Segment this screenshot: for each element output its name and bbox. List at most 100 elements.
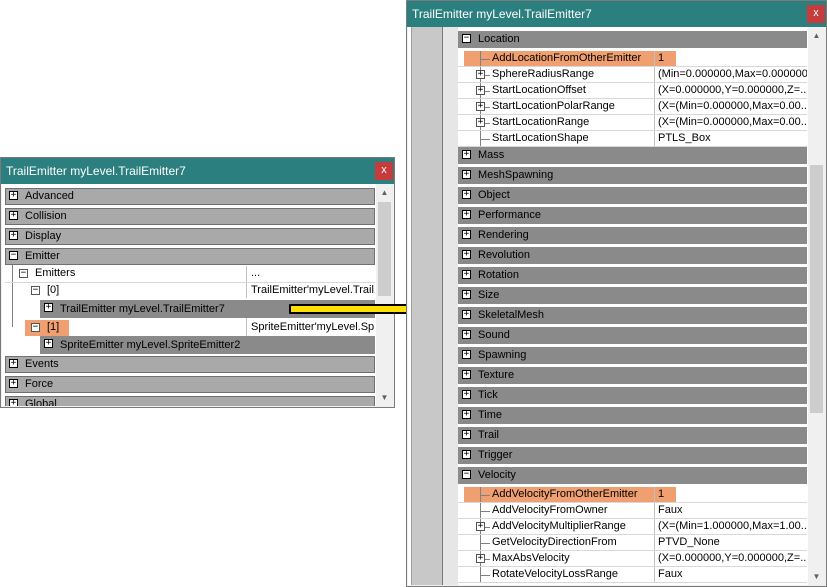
expand-icon[interactable]: + <box>44 303 53 312</box>
right-close-button[interactable]: x <box>807 5 825 23</box>
collapse-icon[interactable]: − <box>9 251 18 260</box>
property-row[interactable]: + MaxAbsVelocity (X=0.000000,Y=0.000000,Z=… <box>458 551 807 567</box>
property-row[interactable]: + StartLocationRange (X=(Min=0.000000,Max=… <box>458 115 807 131</box>
column-divider <box>654 519 655 535</box>
property-row[interactable]: StartLocationShape PTLS_Box <box>458 131 807 147</box>
category-events[interactable]: + Events <box>5 356 375 373</box>
expand-icon[interactable]: + <box>462 210 471 219</box>
category-trail[interactable]: + Trail <box>458 427 807 444</box>
expand-icon[interactable]: + <box>462 270 471 279</box>
property-name: AddLocationFromOtherEmitter <box>492 52 642 64</box>
scroll-down-icon[interactable]: ▼ <box>808 568 825 585</box>
category-location[interactable]: − Location <box>458 31 807 48</box>
expand-icon[interactable]: + <box>9 211 18 220</box>
property-row[interactable]: AddVelocityFromOwner Faux <box>458 503 807 519</box>
category-mass[interactable]: + Mass <box>458 147 807 164</box>
expand-icon[interactable]: + <box>462 230 471 239</box>
expand-icon[interactable]: + <box>476 102 485 111</box>
property-row[interactable]: AddLocationFromOtherEmitter 1 <box>458 51 807 67</box>
property-name: AddVelocityFromOwner <box>492 504 608 516</box>
property-value: ... <box>251 267 261 279</box>
property-row[interactable]: + StartLocationPolarRange (X=(Min=0.000000… <box>458 99 807 115</box>
right-vertical-scrollbar[interactable]: ▲ ▼ <box>808 27 825 585</box>
property-row[interactable]: RotateVelocityLossRange Faux <box>458 567 807 583</box>
category-rendering[interactable]: + Rendering <box>458 227 807 244</box>
category-revolution[interactable]: + Revolution <box>458 247 807 264</box>
column-divider <box>654 83 655 99</box>
expand-icon[interactable]: + <box>476 554 485 563</box>
expand-icon[interactable]: + <box>476 118 485 127</box>
category-sound[interactable]: + Sound <box>458 327 807 344</box>
property-value: (X=(Min=1.000000,Max=1.00... <box>658 520 807 532</box>
property-value: (X=0.000000,Y=0.000000,Z=... <box>658 552 807 564</box>
property-name: StartLocationShape <box>492 132 589 144</box>
category-rotation[interactable]: + Rotation <box>458 267 807 284</box>
expand-icon[interactable]: + <box>462 250 471 259</box>
category-display[interactable]: + Display <box>5 228 375 245</box>
scroll-up-icon[interactable]: ▲ <box>376 184 393 201</box>
category-collision[interactable]: + Collision <box>5 208 375 225</box>
category-advanced[interactable]: + Advanced <box>5 188 375 205</box>
category-velocity[interactable]: − Velocity <box>458 467 807 484</box>
expand-icon[interactable]: + <box>462 370 471 379</box>
property-name: StartLocationOffset <box>492 84 586 96</box>
property-row[interactable]: GetVelocityDirectionFrom PTVD_None <box>458 535 807 551</box>
category-performance[interactable]: + Performance <box>458 207 807 224</box>
collapse-icon[interactable]: − <box>462 470 471 479</box>
scroll-down-icon[interactable]: ▼ <box>376 389 393 406</box>
object-row-spriteemitter2[interactable]: + SpriteEmitter myLevel.SpriteEmitter2 <box>40 336 375 354</box>
category-global[interactable]: + Global <box>5 396 375 406</box>
expand-icon[interactable]: + <box>462 430 471 439</box>
category-time[interactable]: + Time <box>458 407 807 424</box>
collapse-icon[interactable]: − <box>31 323 40 332</box>
expand-icon[interactable]: + <box>476 86 485 95</box>
category-object[interactable]: + Object <box>458 187 807 204</box>
scroll-thumb[interactable] <box>378 202 391 296</box>
expand-icon[interactable]: + <box>462 330 471 339</box>
expand-icon[interactable]: + <box>462 410 471 419</box>
category-skeletalmesh[interactable]: + SkeletalMesh <box>458 307 807 324</box>
expand-icon[interactable]: + <box>9 191 18 200</box>
category-meshspawning[interactable]: + MeshSpawning <box>458 167 807 184</box>
left-close-button[interactable]: x <box>375 162 393 180</box>
category-texture[interactable]: + Texture <box>458 367 807 384</box>
expand-icon[interactable]: + <box>462 350 471 359</box>
category-spawning[interactable]: + Spawning <box>458 347 807 364</box>
expand-icon[interactable]: + <box>9 231 18 240</box>
property-name: AddVelocityMultiplierRange <box>492 520 626 532</box>
property-row[interactable]: AddVelocityFromOtherEmitter 1 <box>458 487 807 503</box>
category-tick[interactable]: + Tick <box>458 387 807 404</box>
expand-icon[interactable]: + <box>462 190 471 199</box>
expand-icon[interactable]: + <box>462 150 471 159</box>
expand-icon[interactable]: + <box>9 359 18 368</box>
category-size[interactable]: + Size <box>458 287 807 304</box>
property-row[interactable]: + AddVelocityMultiplierRange (X=(Min=1.000… <box>458 519 807 535</box>
expand-icon[interactable]: + <box>462 450 471 459</box>
expand-icon[interactable]: + <box>9 399 18 406</box>
column-divider <box>654 131 655 147</box>
category-force[interactable]: + Force <box>5 376 375 393</box>
property-value: (Min=0.000000,Max=0.000000) <box>658 68 807 80</box>
expand-icon[interactable]: + <box>462 390 471 399</box>
collapse-icon[interactable]: − <box>19 269 28 278</box>
expand-icon[interactable]: + <box>44 339 53 348</box>
property-name: MaxAbsVelocity <box>492 552 570 564</box>
tree-line <box>480 543 490 544</box>
expand-icon[interactable]: + <box>476 70 485 79</box>
expand-icon[interactable]: + <box>462 310 471 319</box>
category-trigger[interactable]: + Trigger <box>458 447 807 464</box>
column-divider <box>654 487 655 503</box>
property-row-emitters[interactable]: − Emitters ... <box>5 266 375 282</box>
gutter-fill <box>443 27 458 585</box>
scroll-up-icon[interactable]: ▲ <box>808 27 825 44</box>
expand-icon[interactable]: + <box>462 290 471 299</box>
expand-icon[interactable]: + <box>476 522 485 531</box>
collapse-icon[interactable]: − <box>31 286 40 295</box>
category-emitter[interactable]: − Emitter <box>5 248 375 265</box>
expand-icon[interactable]: + <box>9 379 18 388</box>
expand-icon[interactable]: + <box>462 170 471 179</box>
scroll-thumb[interactable] <box>810 165 823 413</box>
collapse-icon[interactable]: − <box>462 34 471 43</box>
property-row[interactable]: + SphereRadiusRange (Min=0.000000,Max=0.00… <box>458 67 807 83</box>
property-row[interactable]: + StartLocationOffset (X=0.000000,Y=0.0000… <box>458 83 807 99</box>
